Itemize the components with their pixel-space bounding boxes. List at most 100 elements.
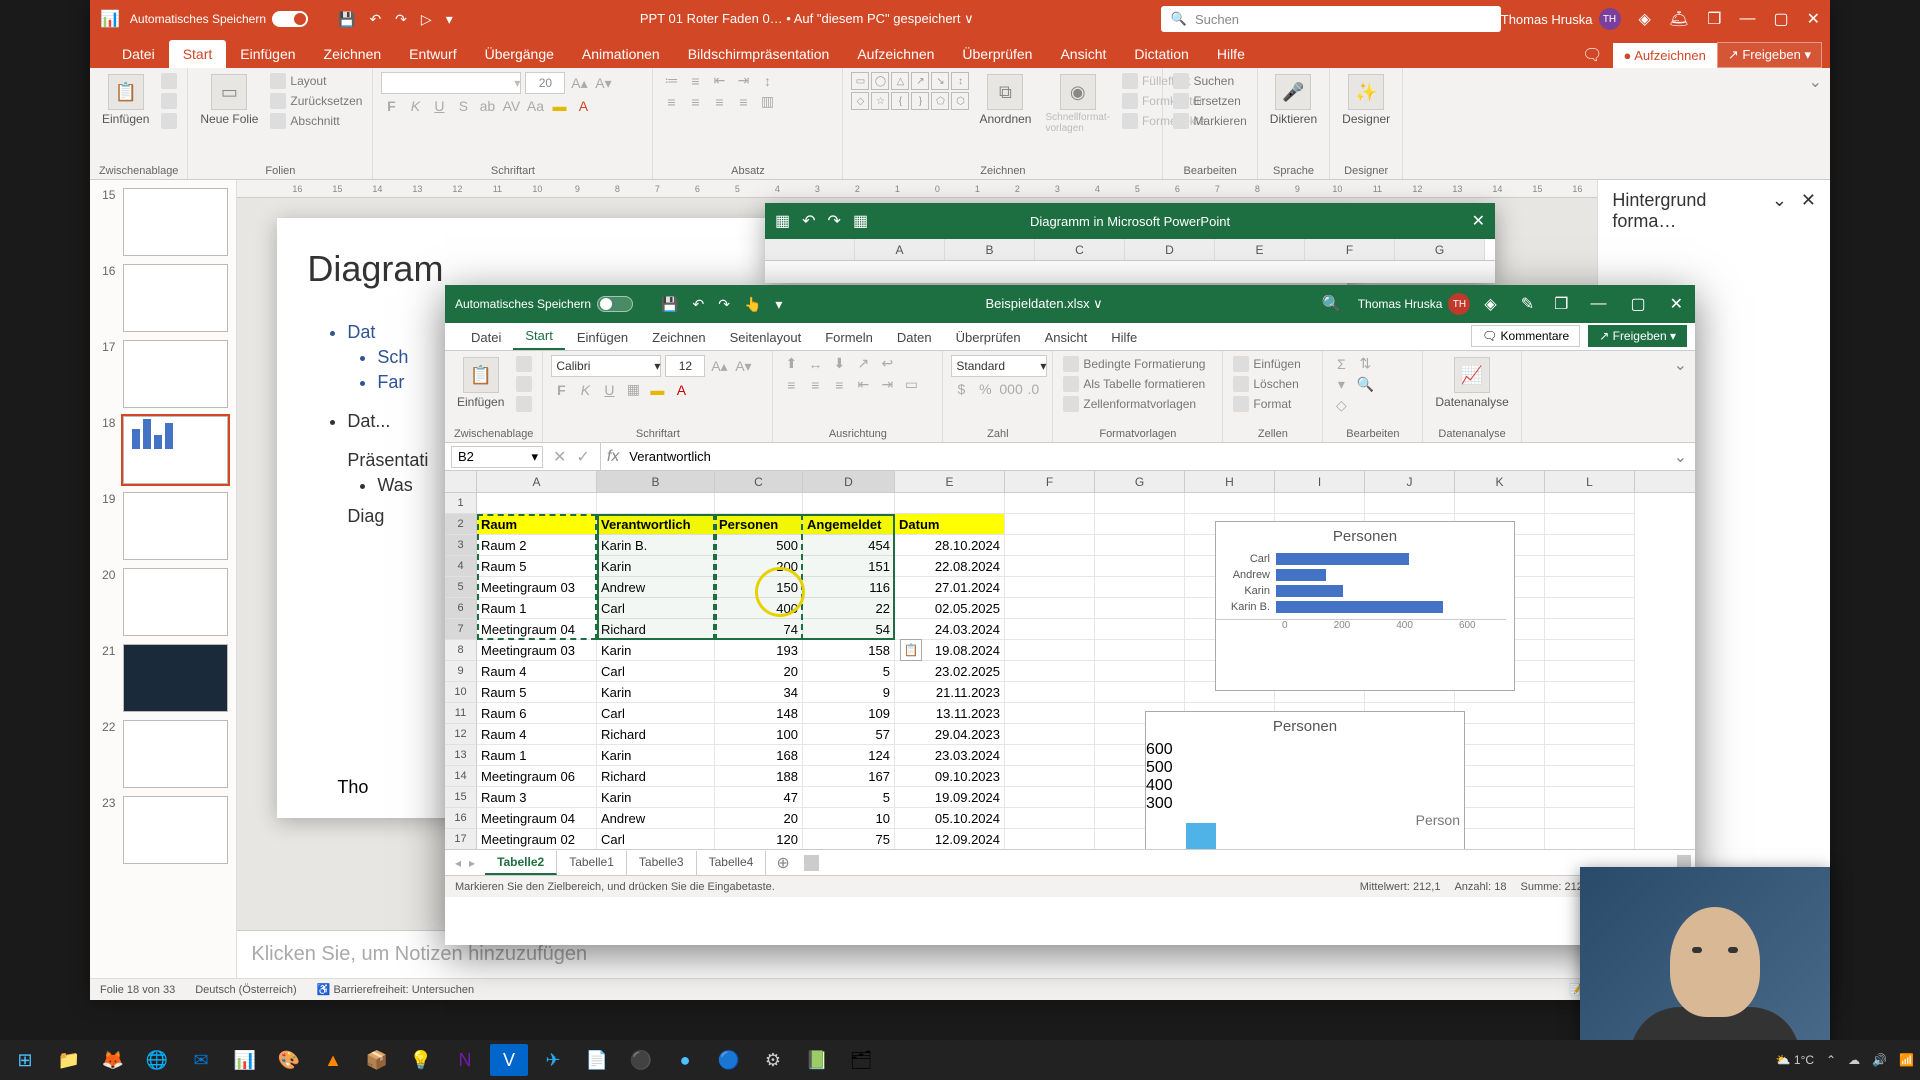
cell[interactable]: 200 <box>715 556 803 577</box>
cell[interactable]: 13.11.2023 <box>895 703 1005 724</box>
cell[interactable] <box>1545 703 1635 724</box>
cell[interactable] <box>1005 724 1095 745</box>
cell[interactable]: 168 <box>715 745 803 766</box>
dictate-button[interactable]: 🎤Diktieren <box>1266 72 1321 128</box>
xl-window-icon[interactable]: ❐ <box>1544 294 1578 314</box>
firefox-icon[interactable]: 🦊 <box>94 1044 132 1076</box>
weather-widget[interactable]: ⛅ 1°C <box>1776 1053 1814 1067</box>
app-icon[interactable]: 🗂 <box>842 1044 880 1076</box>
row-header[interactable]: 10 <box>445 682 477 703</box>
orient-icon[interactable]: ↗ <box>853 355 873 372</box>
indent-dec-icon[interactable]: ⇤ <box>709 72 729 89</box>
cell[interactable] <box>1005 745 1095 766</box>
undo-icon[interactable]: ↶ <box>369 11 381 28</box>
cell[interactable] <box>1095 514 1185 535</box>
slide-thumbnail[interactable]: 17 <box>90 336 236 412</box>
cell[interactable] <box>1545 640 1635 661</box>
sheet-tab[interactable]: Tabelle1 <box>557 851 627 875</box>
numbering-icon[interactable]: ≡ <box>685 73 705 89</box>
cell[interactable] <box>1455 493 1545 514</box>
cell[interactable]: Raum 6 <box>477 703 597 724</box>
cell[interactable] <box>1005 535 1095 556</box>
format-painter-button[interactable] <box>159 112 179 130</box>
slide-counter[interactable]: Folie 18 von 33 <box>100 984 175 996</box>
quick-styles-button[interactable]: ◉Schnellformat-vorlagen <box>1041 72 1113 136</box>
file-explorer-icon[interactable]: 📁 <box>50 1044 88 1076</box>
align-left-icon[interactable]: ≡ <box>661 94 681 110</box>
column-header[interactable]: B <box>597 471 715 492</box>
column-header[interactable]: I <box>1275 471 1365 492</box>
column-header[interactable]: D <box>803 471 895 492</box>
ppt-tab-dictation[interactable]: Dictation <box>1120 40 1202 68</box>
cell[interactable]: Datum <box>895 514 1005 535</box>
column-header[interactable]: K <box>1455 471 1545 492</box>
cell[interactable] <box>1005 619 1095 640</box>
app-icon[interactable]: ● <box>666 1044 704 1076</box>
xl-search-icon[interactable]: 🔍 <box>1306 294 1358 314</box>
column-header[interactable]: L <box>1545 471 1635 492</box>
ribbon-collapse-icon[interactable]: ⌄ <box>1801 68 1830 179</box>
app-icon[interactable]: 📄 <box>578 1044 616 1076</box>
cell[interactable]: Raum 1 <box>477 598 597 619</box>
app-icon[interactable]: 🎨 <box>270 1044 308 1076</box>
sheet-tab[interactable]: Tabelle2 <box>485 851 557 875</box>
tray-expand-icon[interactable]: ⌃ <box>1826 1053 1836 1067</box>
cell[interactable] <box>1545 787 1635 808</box>
cell[interactable] <box>1545 808 1635 829</box>
slide-thumbnail[interactable]: 23 <box>90 792 236 868</box>
horizontal-scrollbar[interactable] <box>804 855 1691 871</box>
embedded-bar-chart[interactable]: Personen CarlAndrewKarinKarin B. 0200400… <box>1215 521 1515 691</box>
cell[interactable] <box>1005 682 1095 703</box>
ppt-tab-aufzeichnen[interactable]: Aufzeichnen <box>843 40 948 68</box>
cell[interactable]: 400 <box>715 598 803 619</box>
save-icon[interactable]: 💾 <box>338 11 355 28</box>
cell[interactable]: Carl <box>597 661 715 682</box>
wrap-icon[interactable]: ↩ <box>877 355 897 372</box>
column-header[interactable]: G <box>1095 471 1185 492</box>
xl-font-color-button[interactable]: A <box>671 382 691 398</box>
cell[interactable]: 151 <box>803 556 895 577</box>
cell[interactable] <box>715 493 803 514</box>
network-icon[interactable]: 📶 <box>1899 1053 1914 1067</box>
cell[interactable] <box>1095 577 1185 598</box>
cell[interactable]: 22.08.2024 <box>895 556 1005 577</box>
xl-tab-einfügen[interactable]: Einfügen <box>565 325 640 350</box>
cond-format-button[interactable]: Bedingte Formatierung <box>1061 355 1207 373</box>
fx-icon[interactable]: fx <box>601 448 625 466</box>
cell[interactable]: Meetingraum 04 <box>477 808 597 829</box>
cell[interactable] <box>895 493 1005 514</box>
cell[interactable]: 120 <box>715 829 803 849</box>
cell[interactable]: 109 <box>803 703 895 724</box>
app-icon[interactable]: 📦 <box>358 1044 396 1076</box>
cell[interactable] <box>1455 808 1545 829</box>
cell[interactable]: 23.03.2024 <box>895 745 1005 766</box>
cell[interactable] <box>1005 640 1095 661</box>
cell[interactable]: 47 <box>715 787 803 808</box>
align-center-icon[interactable]: ≡ <box>805 377 825 393</box>
onedrive-icon[interactable]: ☁ <box>1848 1053 1860 1067</box>
xl-tab-daten[interactable]: Daten <box>885 325 944 350</box>
user-account[interactable]: Thomas Hruska TH <box>1501 8 1621 30</box>
xl-copy-button[interactable] <box>514 375 534 393</box>
cell[interactable]: Karin <box>597 787 715 808</box>
cell[interactable]: 500 <box>715 535 803 556</box>
cell[interactable]: 20 <box>715 661 803 682</box>
cell[interactable]: 5 <box>803 787 895 808</box>
row-header[interactable]: 8 <box>445 640 477 661</box>
xl-paste-button[interactable]: 📋Einfügen <box>453 355 508 411</box>
window-icon[interactable]: ❐ <box>1707 9 1721 29</box>
cell[interactable] <box>1455 745 1545 766</box>
xl-tab-ansicht[interactable]: Ansicht <box>1033 325 1100 350</box>
chartwin-grid-icon[interactable]: ▦ <box>853 211 868 231</box>
ppt-tab-übergänge[interactable]: Übergänge <box>471 40 568 68</box>
cell[interactable]: 23.02.2025 <box>895 661 1005 682</box>
onenote-icon[interactable]: N <box>446 1044 484 1076</box>
cell[interactable] <box>1545 766 1635 787</box>
search-input[interactable]: 🔍 Suchen <box>1161 6 1501 32</box>
font-size-combo[interactable]: 20 <box>525 72 565 94</box>
xl-undo-icon[interactable]: ↶ <box>693 296 705 313</box>
cell[interactable] <box>1545 745 1635 766</box>
cell[interactable]: Angemeldet <box>803 514 895 535</box>
sheet-nav-first-icon[interactable]: ◂ <box>455 856 461 870</box>
percent-icon[interactable]: % <box>975 381 995 397</box>
